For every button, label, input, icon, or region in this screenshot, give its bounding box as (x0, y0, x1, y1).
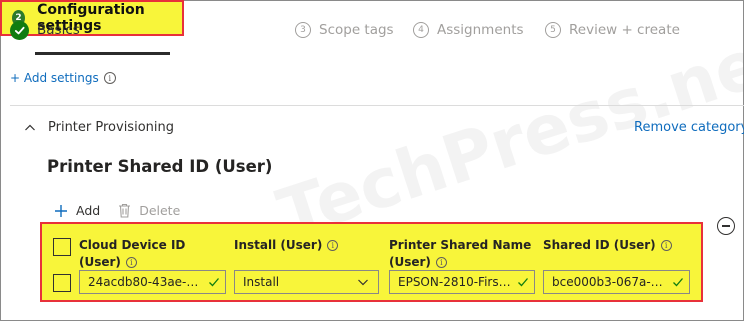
grid-toolbar: Add Delete (54, 203, 180, 218)
step-label: Assignments (437, 22, 524, 38)
step-scope-tags[interactable]: 3 Scope tags (295, 19, 394, 41)
step-basics[interactable]: Basics (10, 19, 80, 41)
field-value: Install (243, 275, 280, 289)
wizard-steps: Basics 2 Configuration settings 3 Scope … (0, 0, 744, 60)
cloud-device-id-input[interactable]: 24acdb80-43ae-47f1-9f5a-cc1b8e5d4e0b (79, 270, 226, 294)
valid-check-icon (518, 278, 528, 287)
step-label: Scope tags (319, 22, 394, 38)
row-checkbox[interactable] (53, 274, 71, 292)
shared-id-input[interactable]: bce000b3-067a-4d65-b9f7-8b0c5e6d22a1 (543, 270, 690, 294)
settings-grid: Cloud Device ID (User) i Install (User) i … (40, 222, 703, 302)
chevron-up-icon[interactable] (24, 122, 36, 134)
step-label: Review + create (569, 22, 680, 38)
field-value: 24acdb80-43ae-47f1-9f5a-cc1b8e5d4e0b (88, 275, 204, 289)
setting-title: Printer Shared ID (User) (47, 157, 273, 176)
category-name: Printer Provisioning (48, 120, 174, 135)
add-settings-label: + Add settings (10, 71, 99, 85)
category-header[interactable]: Printer Provisioning (24, 120, 174, 135)
column-header-cloud-device-id: Cloud Device ID (User) i (79, 238, 186, 269)
step-label: Basics (37, 22, 80, 38)
remove-category-link[interactable]: Remove category (634, 120, 744, 135)
info-icon[interactable]: i (435, 257, 447, 268)
select-all-checkbox[interactable] (53, 238, 71, 256)
valid-check-icon (209, 278, 219, 287)
add-settings-link[interactable]: + Add settings i (10, 71, 116, 85)
step-number-badge: 5 (545, 22, 561, 38)
step-number-badge: 3 (295, 22, 311, 38)
remove-setting-icon[interactable] (717, 217, 735, 235)
info-icon[interactable]: i (125, 257, 137, 268)
column-header-shared-id: Shared ID (User) i (543, 237, 672, 254)
step-assignments[interactable]: 4 Assignments (413, 19, 524, 41)
active-step-underline (35, 52, 170, 55)
field-value: bce000b3-067a-4d65-b9f7-8b0c5e6d22a1 (552, 275, 668, 289)
trash-icon (119, 203, 131, 218)
chevron-down-icon (358, 279, 368, 286)
step-number-badge: 4 (413, 22, 429, 38)
delete-button: Delete (139, 203, 181, 218)
add-button[interactable]: Add (76, 203, 100, 218)
valid-check-icon (673, 278, 683, 287)
column-header-install: Install (User) i (234, 237, 339, 254)
info-icon[interactable]: i (660, 240, 672, 251)
field-value: EPSON-2810-First-Floor (398, 275, 513, 289)
step-review-create[interactable]: 5 Review + create (545, 19, 680, 41)
install-dropdown[interactable]: Install (234, 270, 379, 294)
info-icon[interactable]: i (103, 72, 116, 84)
column-header-printer-shared-name: Printer Shared Name (User) i (389, 238, 532, 269)
printer-shared-name-input[interactable]: EPSON-2810-First-Floor (389, 270, 535, 294)
info-icon[interactable]: i (327, 240, 339, 251)
checkmark-icon (10, 20, 29, 40)
divider (10, 105, 744, 106)
plus-icon[interactable] (54, 204, 68, 218)
